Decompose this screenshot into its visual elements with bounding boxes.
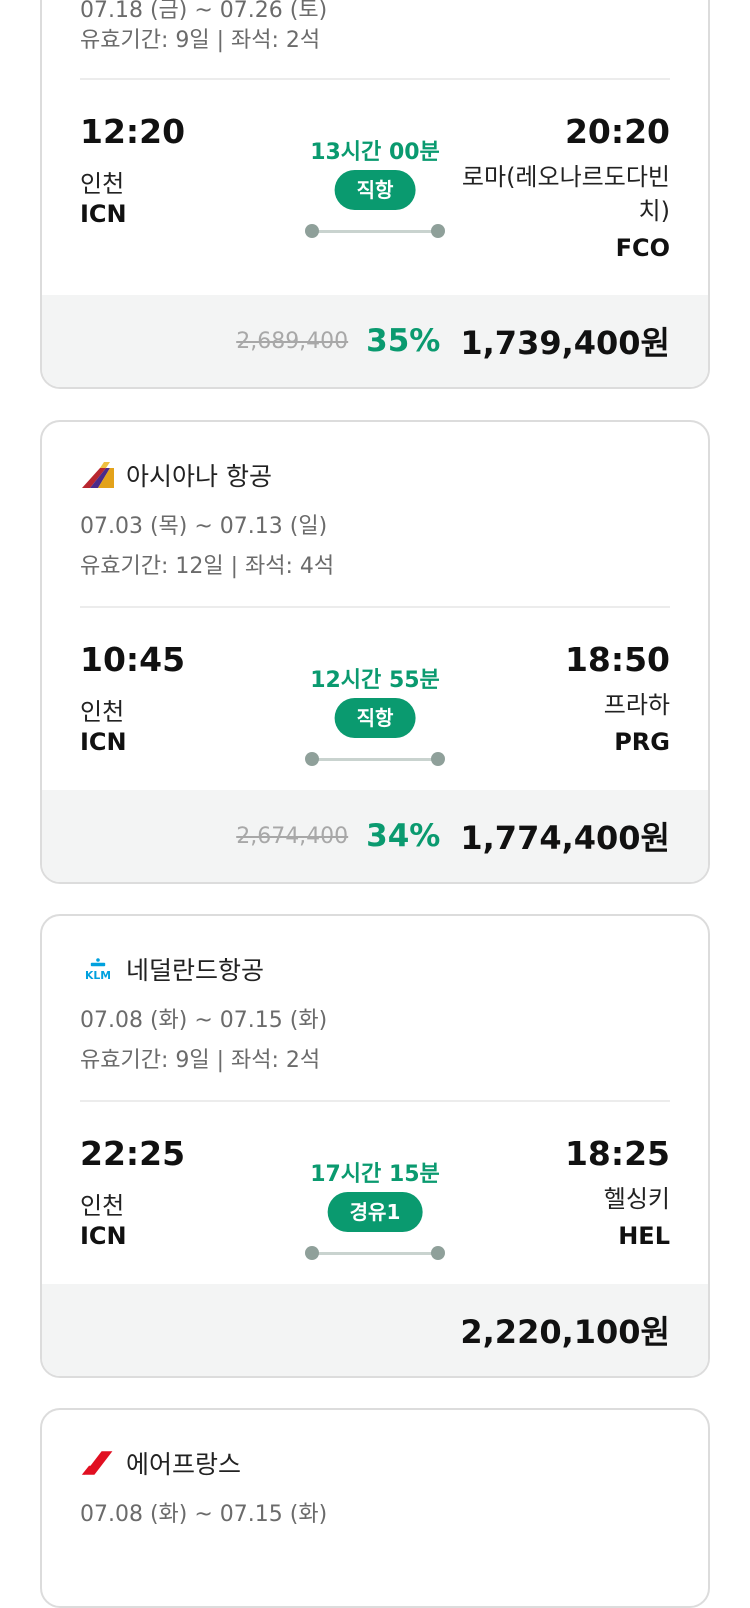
departure-code: ICN <box>80 200 127 228</box>
klm-logo-icon: KLM <box>85 958 111 982</box>
airline-row: 에어프랑스 <box>80 1446 241 1480</box>
route-line <box>305 1246 445 1260</box>
flight-duration: 13시간 00분 <box>310 140 440 165</box>
air-france-logo-icon <box>81 1451 113 1475</box>
final-price: 2,220,100원 <box>460 1313 670 1351</box>
travel-dates: 07.18 (금) ~ 07.26 (토) <box>80 0 328 23</box>
travel-dates: 07.08 (화) ~ 07.15 (화) <box>80 1008 328 1033</box>
klm-logo-text: KLM <box>85 969 111 982</box>
flight-card-rome[interactable]: 07.18 (금) ~ 07.26 (토) 유효기간: 9일 | 좌석: 2석 … <box>40 0 710 389</box>
flight-card-prague[interactable]: 아시아나 항공 07.03 (목) ~ 07.13 (일) 유효기간: 12일 … <box>40 420 710 884</box>
validity-seats: 유효기간: 9일 | 좌석: 2석 <box>80 28 321 53</box>
arrival-time: 18:25 <box>564 1134 670 1173</box>
departure-city: 인천 <box>80 1192 125 1220</box>
departure-time: 22:25 <box>80 1134 186 1173</box>
price-bar: 2,220,100원 <box>42 1284 708 1376</box>
airline-name: 아시아나 항공 <box>126 462 272 491</box>
departure-code: ICN <box>80 728 127 756</box>
airline-name: 에어프랑스 <box>126 1450 242 1479</box>
departure-time: 10:45 <box>80 640 186 679</box>
arrival-city: 헬싱키 <box>603 1185 670 1213</box>
departure-time: 12:20 <box>80 112 186 151</box>
route-line <box>305 224 445 238</box>
original-price: 2,674,400 <box>236 823 349 849</box>
arrival-code: FCO <box>615 234 670 262</box>
departure-city: 인천 <box>80 698 125 726</box>
arrival-code: PRG <box>614 728 670 756</box>
departure-code: ICN <box>80 1222 127 1250</box>
airline-name: 네덜란드항공 <box>126 956 265 985</box>
final-price: 1,739,400원 <box>460 324 670 362</box>
arrival-city: 프라하 <box>603 691 670 719</box>
flight-duration: 17시간 15분 <box>310 1162 440 1187</box>
flight-info: 12:20 인천 ICN 13시간 00분 직항 20:20 로마(레오나르도다… <box>80 112 670 272</box>
flight-card-helsinki[interactable]: KLM 네덜란드항공 07.08 (화) ~ 07.15 (화) 유효기간: 9… <box>40 914 710 1378</box>
validity-seats: 유효기간: 9일 | 좌석: 2석 <box>80 1048 321 1073</box>
validity-seats: 유효기간: 12일 | 좌석: 4석 <box>80 554 335 579</box>
travel-dates: 07.08 (화) ~ 07.15 (화) <box>80 1502 328 1527</box>
original-price: 2,689,400 <box>236 328 349 354</box>
flight-info: 10:45 인천 ICN 12시간 55분 직항 18:50 프라하 PRG <box>80 640 670 780</box>
final-price: 1,774,400원 <box>460 819 670 857</box>
arrival-time: 18:50 <box>564 640 670 679</box>
travel-dates: 07.03 (목) ~ 07.13 (일) <box>80 514 328 539</box>
discount-rate: 35% <box>366 323 441 359</box>
asiana-logo-icon <box>82 462 114 488</box>
flight-card-airfrance[interactable]: 에어프랑스 07.08 (화) ~ 07.15 (화) <box>40 1408 710 1608</box>
departure-city: 인천 <box>80 170 125 198</box>
route-line <box>305 752 445 766</box>
airline-row: KLM 네덜란드항공 <box>80 952 264 986</box>
stop-badge: 직항 <box>334 170 416 210</box>
flight-duration: 12시간 55분 <box>310 668 440 693</box>
arrival-city: 로마(레오나르도다빈치) <box>461 163 670 225</box>
stop-badge: 직항 <box>334 698 416 738</box>
discount-rate: 34% <box>366 818 441 854</box>
card-divider <box>80 78 670 80</box>
card-divider <box>80 1100 670 1102</box>
airline-row: 아시아나 항공 <box>80 458 272 492</box>
card-divider <box>80 606 670 608</box>
price-bar: 2,674,400 34% 1,774,400원 <box>42 790 708 882</box>
flight-info: 22:25 인천 ICN 17시간 15분 경유1 18:25 헬싱키 HEL <box>80 1134 670 1274</box>
price-bar: 2,689,400 35% 1,739,400원 <box>42 295 708 387</box>
arrival-time: 20:20 <box>564 112 670 151</box>
stop-badge: 경유1 <box>327 1192 423 1232</box>
arrival-code: HEL <box>618 1222 670 1250</box>
